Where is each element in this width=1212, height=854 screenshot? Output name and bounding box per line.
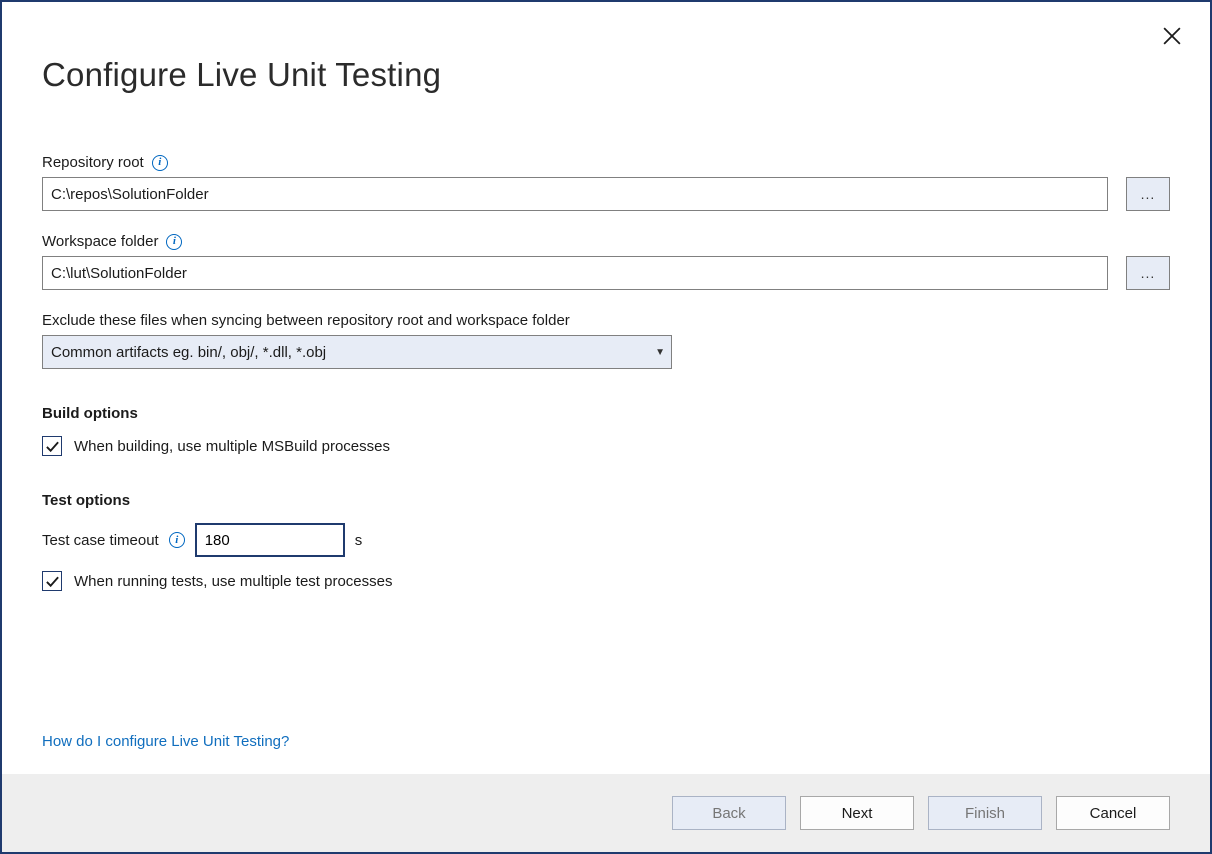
repository-root-browse-button[interactable]: ...	[1126, 177, 1170, 211]
cancel-button[interactable]: Cancel	[1056, 796, 1170, 830]
build-multi-msbuild-checkbox[interactable]	[42, 436, 62, 456]
test-timeout-label: Test case timeout	[42, 532, 159, 549]
next-button[interactable]: Next	[800, 796, 914, 830]
field-repository-root: Repository root i ...	[42, 154, 1170, 211]
build-multi-msbuild-label: When building, use multiple MSBuild proc…	[74, 438, 390, 455]
back-button[interactable]: Back	[672, 796, 786, 830]
test-timeout-row: Test case timeout i s	[42, 523, 1170, 557]
footer: Back Next Finish Cancel	[2, 774, 1210, 852]
workspace-folder-browse-button[interactable]: ...	[1126, 256, 1170, 290]
exclude-files-label: Exclude these files when syncing between…	[42, 312, 570, 329]
repository-root-label: Repository root	[42, 154, 144, 171]
finish-button[interactable]: Finish	[928, 796, 1042, 830]
test-multi-proc-checkbox[interactable]	[42, 571, 62, 591]
check-icon	[45, 574, 60, 589]
build-options-heading: Build options	[42, 405, 1170, 422]
info-icon[interactable]: i	[152, 155, 168, 171]
test-multi-proc-row: When running tests, use multiple test pr…	[42, 571, 1170, 591]
close-button[interactable]	[1162, 26, 1182, 46]
close-icon	[1163, 27, 1181, 45]
field-workspace-folder: Workspace folder i ...	[42, 233, 1170, 290]
workspace-folder-label: Workspace folder	[42, 233, 158, 250]
page-title: Configure Live Unit Testing	[42, 56, 1170, 94]
help-link[interactable]: How do I configure Live Unit Testing?	[42, 733, 289, 750]
repository-root-input[interactable]	[42, 177, 1108, 211]
dialog-window: Configure Live Unit Testing Repository r…	[0, 0, 1212, 854]
test-multi-proc-label: When running tests, use multiple test pr…	[74, 573, 393, 590]
chevron-down-icon: ▼	[655, 347, 665, 358]
test-timeout-input[interactable]	[195, 523, 345, 557]
exclude-files-selected: Common artifacts eg. bin/, obj/, *.dll, …	[51, 344, 326, 361]
content-area: Configure Live Unit Testing Repository r…	[2, 2, 1210, 774]
test-timeout-unit: s	[355, 532, 363, 549]
field-exclude-files: Exclude these files when syncing between…	[42, 312, 1170, 369]
check-icon	[45, 439, 60, 454]
info-icon[interactable]: i	[169, 532, 185, 548]
info-icon[interactable]: i	[166, 234, 182, 250]
workspace-folder-input[interactable]	[42, 256, 1108, 290]
exclude-files-dropdown[interactable]: Common artifacts eg. bin/, obj/, *.dll, …	[42, 335, 672, 369]
test-options-heading: Test options	[42, 492, 1170, 509]
build-multi-msbuild-row: When building, use multiple MSBuild proc…	[42, 436, 1170, 456]
